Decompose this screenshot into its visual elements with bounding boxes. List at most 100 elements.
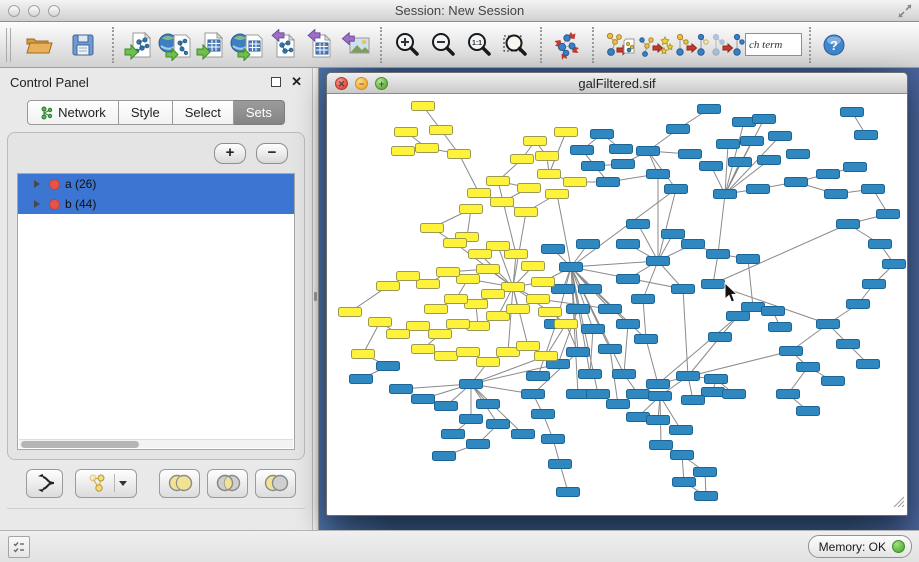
graph-node[interactable] — [863, 280, 886, 289]
graph-node[interactable] — [582, 162, 605, 171]
graph-node[interactable] — [369, 318, 392, 327]
tab-select[interactable]: Select — [173, 100, 234, 125]
graph-edge[interactable] — [571, 261, 658, 267]
graph-node[interactable] — [412, 102, 435, 111]
graph-edge[interactable] — [459, 154, 479, 193]
graph-node[interactable] — [747, 185, 770, 194]
resize-grip-icon[interactable] — [891, 494, 905, 513]
graph-node[interactable] — [682, 240, 705, 249]
first-neighbors-button[interactable] — [637, 26, 673, 64]
difference-button[interactable] — [255, 469, 296, 498]
tab-network[interactable]: Network — [27, 100, 119, 125]
graph-node[interactable] — [407, 322, 430, 331]
graph-node[interactable] — [647, 170, 670, 179]
graph-node[interactable] — [591, 130, 614, 139]
search-input[interactable] — [745, 33, 802, 56]
graph-node[interactable] — [607, 400, 630, 409]
graph-node[interactable] — [435, 402, 458, 411]
graph-node[interactable] — [883, 260, 906, 269]
graph-node[interactable] — [532, 410, 555, 419]
graph-node[interactable] — [445, 295, 468, 304]
graph-node[interactable] — [457, 348, 480, 357]
sets-list[interactable]: a (26) b (44) — [17, 173, 295, 450]
tab-style[interactable]: Style — [119, 100, 173, 125]
graph-node[interactable] — [469, 250, 492, 259]
graph-node[interactable] — [632, 295, 655, 304]
graph-node[interactable] — [700, 162, 723, 171]
graph-node[interactable] — [797, 407, 820, 416]
graph-node[interactable] — [532, 278, 555, 287]
graph-node[interactable] — [377, 362, 400, 371]
remove-set-button[interactable]: − — [256, 143, 288, 164]
graph-node[interactable] — [397, 272, 420, 281]
import-network-file-button[interactable] — [121, 26, 157, 64]
graph-node[interactable] — [672, 285, 695, 294]
split-set-button[interactable] — [26, 469, 63, 498]
graph-node[interactable] — [538, 170, 561, 179]
graph-node[interactable] — [429, 330, 452, 339]
zoom-in-button[interactable] — [389, 26, 425, 64]
network-graph[interactable] — [328, 94, 906, 514]
graph-node[interactable] — [518, 184, 541, 193]
graph-node[interactable] — [741, 137, 764, 146]
graph-node[interactable] — [673, 478, 696, 487]
graph-node[interactable] — [435, 352, 458, 361]
graph-node[interactable] — [855, 131, 878, 140]
graph-node[interactable] — [457, 275, 480, 284]
zoom-actual-button[interactable]: 1:1 — [461, 26, 497, 64]
graph-node[interactable] — [650, 441, 673, 450]
graph-node[interactable] — [477, 265, 500, 274]
graph-node[interactable] — [524, 137, 547, 146]
memory-status-button[interactable]: Memory: OK — [808, 535, 912, 558]
zoom-network-button[interactable]: + — [375, 77, 388, 90]
graph-node[interactable] — [825, 190, 848, 199]
graph-node[interactable] — [421, 224, 444, 233]
graph-edge[interactable] — [718, 194, 725, 254]
zoom-window-button[interactable] — [48, 5, 60, 17]
graph-node[interactable] — [785, 178, 808, 187]
graph-node[interactable] — [387, 330, 410, 339]
graph-node[interactable] — [769, 132, 792, 141]
graph-edge[interactable] — [643, 261, 658, 299]
graph-node[interactable] — [552, 285, 575, 294]
graph-node[interactable] — [564, 178, 587, 187]
graph-node[interactable] — [587, 390, 610, 399]
graph-node[interactable] — [695, 492, 718, 501]
graph-node[interactable] — [671, 451, 694, 460]
graph-node[interactable] — [447, 320, 470, 329]
graph-node[interactable] — [555, 128, 578, 137]
graph-node[interactable] — [549, 460, 572, 469]
graph-node[interactable] — [579, 285, 602, 294]
graph-node[interactable] — [705, 375, 728, 384]
graph-node[interactable] — [667, 125, 690, 134]
graph-node[interactable] — [412, 395, 435, 404]
splitter-grip[interactable] — [314, 292, 317, 301]
set-from-network-button[interactable] — [75, 469, 137, 498]
graph-node[interactable] — [560, 263, 583, 272]
graph-node[interactable] — [502, 283, 525, 292]
graph-node[interactable] — [847, 300, 870, 309]
graph-node[interactable] — [425, 305, 448, 314]
graph-node[interactable] — [352, 350, 375, 359]
graph-node[interactable] — [647, 257, 670, 266]
graph-node[interactable] — [837, 220, 860, 229]
graph-node[interactable] — [702, 388, 725, 397]
graph-node[interactable] — [517, 342, 540, 351]
graph-node[interactable] — [412, 345, 435, 354]
graph-node[interactable] — [709, 333, 732, 342]
graph-node[interactable] — [535, 352, 558, 361]
graph-node[interactable] — [542, 435, 565, 444]
graph-node[interactable] — [577, 240, 600, 249]
network-canvas[interactable] — [328, 94, 906, 514]
apply-layout-button[interactable] — [549, 26, 585, 64]
graph-node[interactable] — [769, 323, 792, 332]
graph-node[interactable] — [539, 308, 562, 317]
graph-node[interactable] — [682, 396, 705, 405]
graph-node[interactable] — [647, 416, 670, 425]
graph-node[interactable] — [613, 370, 636, 379]
graph-edge[interactable] — [713, 224, 848, 284]
graph-node[interactable] — [617, 240, 640, 249]
graph-node[interactable] — [677, 372, 700, 381]
graph-node[interactable] — [797, 363, 820, 372]
import-table-url-button[interactable] — [229, 26, 265, 64]
